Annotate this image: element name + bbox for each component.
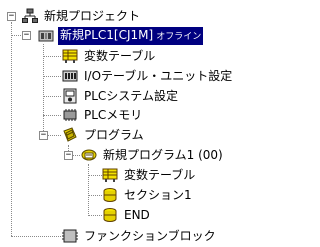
tree-line [43,96,61,97]
programs-collapse-toggle[interactable]: − [39,131,48,140]
tree-node-label: END [124,208,150,222]
plc-icon [38,28,54,44]
tree-line [43,44,44,139]
tree-node-label: ファンクションブロック [84,229,216,243]
tree-node-function-blocks[interactable]: ファンクションブロック [62,227,218,245]
project-tree[interactable]: − 新規プロジェクト − 新規PLC1[CJ1M] オフライン 変数テーブル I… [0,0,232,247]
tree-node-label: プログラム [84,128,144,142]
tree-node-variable-table[interactable]: 変数テーブル [62,47,157,65]
plc-settings-icon [62,88,78,104]
plc-label: 新規PLC1[CJ1M] オフライン [58,27,204,45]
tree-line [88,164,89,216]
tree-node-programs[interactable]: プログラム [62,126,146,144]
plc-status: オフライン [156,32,202,42]
tree-line [88,195,102,196]
plc-name: 新規PLC1[CJ1M] [60,28,154,42]
tree-node-io-table[interactable]: I/Oテーブル・ユニット設定 [62,67,234,85]
tree-node-program-variable-table[interactable]: 変数テーブル [102,166,197,184]
project-icon [22,8,38,24]
tree-node-plc-memory[interactable]: PLCメモリ [62,106,144,124]
variable-table-icon [102,167,118,183]
tree-line [43,115,61,116]
tree-node-program1[interactable]: 新規プログラム1 (00) [81,146,225,164]
io-table-icon [62,68,78,84]
tree-node-label: PLCシステム設定 [84,89,178,103]
tree-node-project[interactable]: 新規プロジェクト [22,7,142,25]
tree-line [11,236,61,237]
tree-node-label: 新規プログラム1 (00) [103,148,223,162]
tree-line [43,76,61,77]
program-icon [81,147,97,163]
tree-node-label: 変数テーブル [124,168,196,182]
tree-line [88,215,102,216]
tree-node-label: 変数テーブル [84,49,156,63]
tree-node-plc-settings[interactable]: PLCシステム設定 [62,87,180,105]
tree-line [11,35,21,36]
tree-node-label: I/Oテーブル・ユニット設定 [84,69,233,83]
tree-line [43,56,61,57]
tree-line [11,22,12,236]
tree-line [88,175,102,176]
program1-collapse-toggle[interactable]: − [64,151,73,160]
section-icon [102,207,118,223]
memory-chip-icon [62,107,78,123]
variable-table-icon [62,48,78,64]
section-icon [102,187,118,203]
tree-node-section1[interactable]: セクション1 [102,186,194,204]
tree-node-label: セクション1 [124,188,192,202]
programs-icon [62,127,78,143]
tree-node-label: PLCメモリ [84,108,143,122]
function-block-icon [62,228,78,244]
plc-collapse-toggle[interactable]: − [22,31,31,40]
tree-node-label: 新規プロジェクト [44,9,141,23]
tree-node-plc[interactable]: 新規PLC1[CJ1M] オフライン [38,27,204,45]
tree-node-end[interactable]: END [102,206,152,224]
root-collapse-toggle[interactable]: − [7,12,16,21]
